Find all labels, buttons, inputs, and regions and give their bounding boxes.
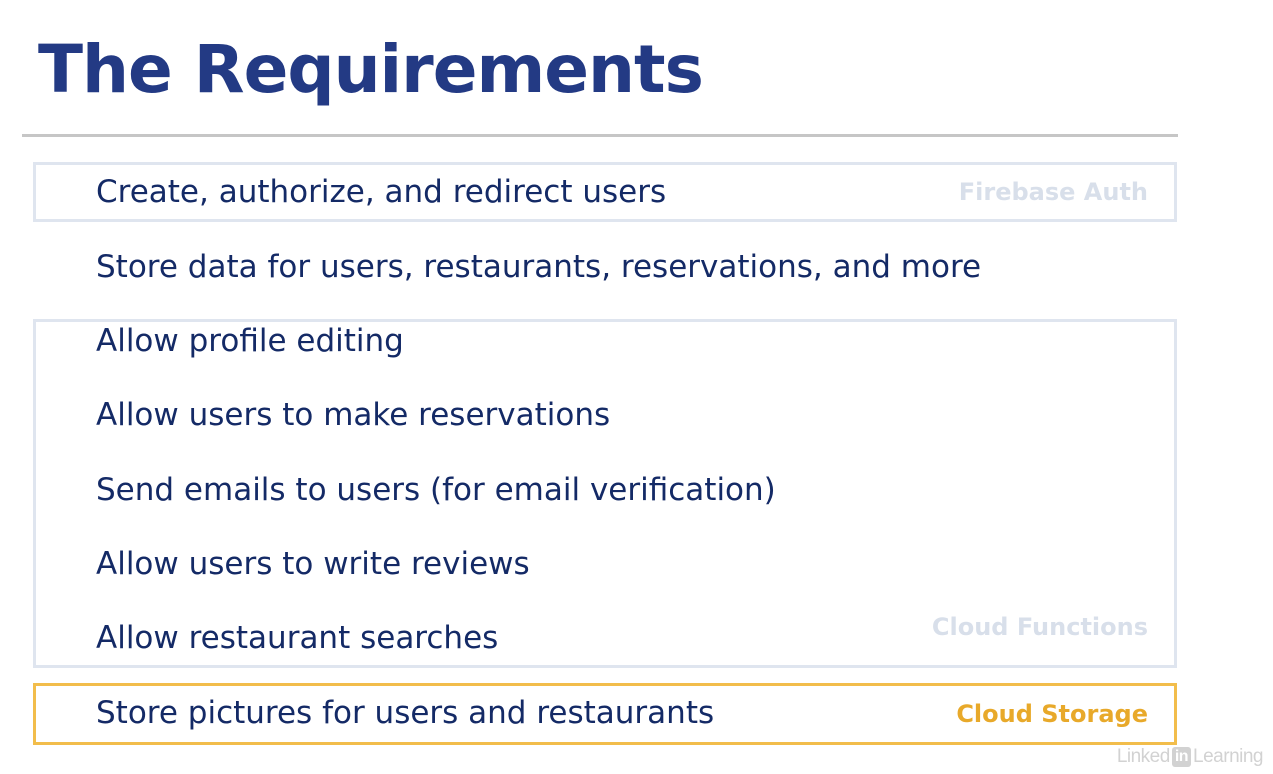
slide: The Requirements Create, authorize, and … <box>0 0 1273 774</box>
requirement-item: Allow users to make reservations <box>96 397 611 433</box>
title-divider <box>22 134 1178 137</box>
requirement-item: Store pictures for users and restaurants <box>96 695 715 731</box>
requirement-item: Store data for users, restaurants, reser… <box>96 249 982 285</box>
linkedin-in-logo-icon: in <box>1171 747 1192 767</box>
firebase-auth-label: Firebase Auth <box>958 178 1148 206</box>
requirement-item: Allow users to write reviews <box>96 546 530 582</box>
cloud-functions-label: Cloud Functions <box>931 613 1148 641</box>
linkedin-learning-watermark: Linked in Learning <box>1117 746 1263 768</box>
watermark-prefix: Linked <box>1116 746 1171 767</box>
requirement-item: Create, authorize, and redirect users <box>96 174 667 210</box>
requirement-item: Allow profile editing <box>96 323 404 359</box>
watermark-suffix: Learning <box>1193 746 1263 767</box>
requirement-item: Allow restaurant searches <box>96 620 499 656</box>
requirement-item: Send emails to users (for email verifica… <box>96 472 776 508</box>
cloud-storage-label: Cloud Storage <box>956 700 1148 728</box>
slide-title: The Requirements <box>38 31 704 108</box>
